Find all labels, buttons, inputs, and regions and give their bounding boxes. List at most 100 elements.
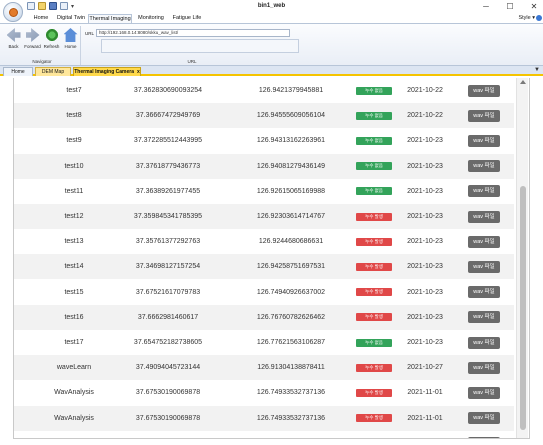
doc-tab-dem-map[interactable]: DEM Map [35,67,71,76]
url-group: URL http://192.168.0.14:8080/skku_wav_li… [83,26,301,65]
wav-file-button[interactable]: wav 파일 [468,286,500,299]
row-longitude: 126.9421379945881 [258,87,324,94]
back-button[interactable]: Back [4,28,23,54]
row-name: test10 [64,162,84,170]
close-button[interactable]: ✕ [529,1,539,12]
back-label: Back [8,44,19,49]
wav-file-button[interactable]: wav 파일 [468,84,500,97]
table-row: test17 37.654752182738605 126.776215631062… [14,330,514,355]
wav-file-button[interactable]: wav 파일 [468,185,500,198]
minimize-button[interactable]: ─ [481,1,491,12]
row-date: 2021-10-23 [407,313,443,321]
status-badge: 누수 없음 [356,338,392,347]
row-date: 2021-10-23 [407,263,443,271]
wav-file-button[interactable]: wav 파일 [468,134,500,147]
row-name: test9 [66,137,82,145]
wav-file-button[interactable]: wav 파일 [468,160,500,173]
url-dropdown-area[interactable] [101,39,299,53]
home-label: Home [64,44,77,49]
forward-button[interactable]: Forward [23,28,42,54]
row-name: waveLearn [56,364,92,372]
row-latitude: 37.49094045723144 [135,364,201,372]
row-latitude: 37.34698127157254 [135,263,201,271]
status-badge: 누수 발생 [356,288,392,297]
row-date: 2021-10-27 [407,364,443,372]
row-name: test17 [64,339,84,346]
tab-thermal-imaging[interactable]: Thermal Imaging [88,14,132,23]
table-row: test8 37.36667472949769 126.94555609056104… [14,103,514,129]
scroll-up-icon[interactable] [520,80,526,84]
row-name: test8 [66,112,82,120]
doc-tab-home[interactable]: Home [3,67,33,76]
row-date: 2021-10-23 [407,187,443,195]
status-badge: 누수 발생 [356,313,392,322]
wav-file-button[interactable]: wav 파일 [468,109,500,122]
row-name: test16 [64,313,84,321]
style-menu[interactable]: Style ▾ [518,14,535,23]
back-arrow-icon [6,28,21,42]
table-row: test14 37.34698127157254 126.9425875169753… [14,254,514,280]
row-latitude: 37.67521617079783 [135,288,201,296]
row-name: WavAnalysis [54,389,94,397]
wav-file-button[interactable]: wav 파일 [468,311,500,324]
table-row: WavAnalysis 37.67530190069878 126.74933532… [14,380,514,405]
forward-label: Forward [24,44,41,49]
wav-file-button[interactable]: wav 파일 [468,361,500,374]
title-bar: ▾ bin1_web ─ ☐ ✕ [0,0,543,22]
status-badge: 누수 발생 [356,388,392,397]
wav-file-button[interactable]: wav 파일 [468,386,500,399]
table-row: wav_test137.66873450242475126.7816528946… [14,431,514,438]
row-longitude: 126.94081279436149 [256,162,326,170]
row-latitude: 37.359845341785395 [133,213,203,220]
wav-file-button[interactable]: wav 파일 [468,210,500,223]
row-name: test12 [64,213,84,220]
home-button[interactable]: Home [61,28,80,54]
help-icon[interactable] [536,15,542,21]
url-input[interactable]: http://192.168.0.14:8080/skku_wav_list/ [96,29,291,37]
table-row: test10 37.37618779436773 126.9408127943614… [14,153,514,179]
wav-file-button[interactable]: wav 파일 [468,260,500,273]
row-date: 2021-11-01 [407,414,443,422]
row-longitude: 126.74933532737136 [256,389,326,397]
tab-digital-twin[interactable]: Digital Twin [56,14,86,23]
row-name: test15 [64,288,84,296]
app-menu-button[interactable] [3,2,23,22]
close-tab-icon[interactable]: x [137,69,140,75]
table-row: WavAnalysis 37.67530190069878 126.74933532… [14,405,514,431]
doc-tab-label: Thermal Imaging Camera [74,69,134,75]
row-latitude: 37.654752182738605 [133,339,203,346]
row-date: 2021-10-23 [407,238,443,246]
doc-tab-thermal-imaging-camera[interactable]: Thermal Imaging Camera x [73,67,141,76]
status-badge: 누수 발생 [356,414,392,423]
url-caption: URL [85,30,95,36]
tab-list-chevron-icon[interactable]: ▼ [534,67,540,73]
row-longitude: 126.92615065169988 [256,187,326,195]
row-name: test11 [64,187,84,195]
row-latitude: 37.67530190069878 [135,414,201,422]
row-longitude: 126.94313162263961 [256,137,326,145]
app-logo-icon [8,7,18,17]
navigator-group-label: Navigator [32,59,52,64]
vertical-scrollbar[interactable] [516,78,528,438]
status-badge: 누수 발생 [356,212,392,221]
wav-file-button[interactable]: wav 파일 [468,412,500,425]
refresh-icon [44,28,59,42]
row-longitude: 126.74940926637002 [256,288,326,296]
row-latitude: 37.37618779436773 [135,162,201,170]
wav-file-button[interactable]: wav 파일 [468,336,500,349]
row-longitude: 126.74933532737136 [256,414,326,422]
maximize-button[interactable]: ☐ [505,1,515,12]
wav-file-button[interactable]: wav 파일 [468,437,500,438]
tab-home[interactable]: Home [28,14,54,23]
scroll-thumb[interactable] [520,186,526,430]
ribbon-tab-bar: Home Digital Twin Thermal Imaging Monito… [0,14,543,23]
wav-file-button[interactable]: wav 파일 [468,235,500,248]
row-date: 2021-10-23 [407,162,443,170]
row-latitude: 37.35761377292763 [135,238,201,246]
window-controls: ─ ☐ ✕ [481,1,539,12]
tab-monitoring[interactable]: Monitoring [134,14,168,23]
table-row: test15 37.67521617079783 126.7494092663700… [14,280,514,305]
refresh-button[interactable]: Refresh [42,28,61,54]
tab-fatigue-life[interactable]: Fatigue Life [170,14,204,23]
status-badge: 누수 발생 [356,237,392,246]
